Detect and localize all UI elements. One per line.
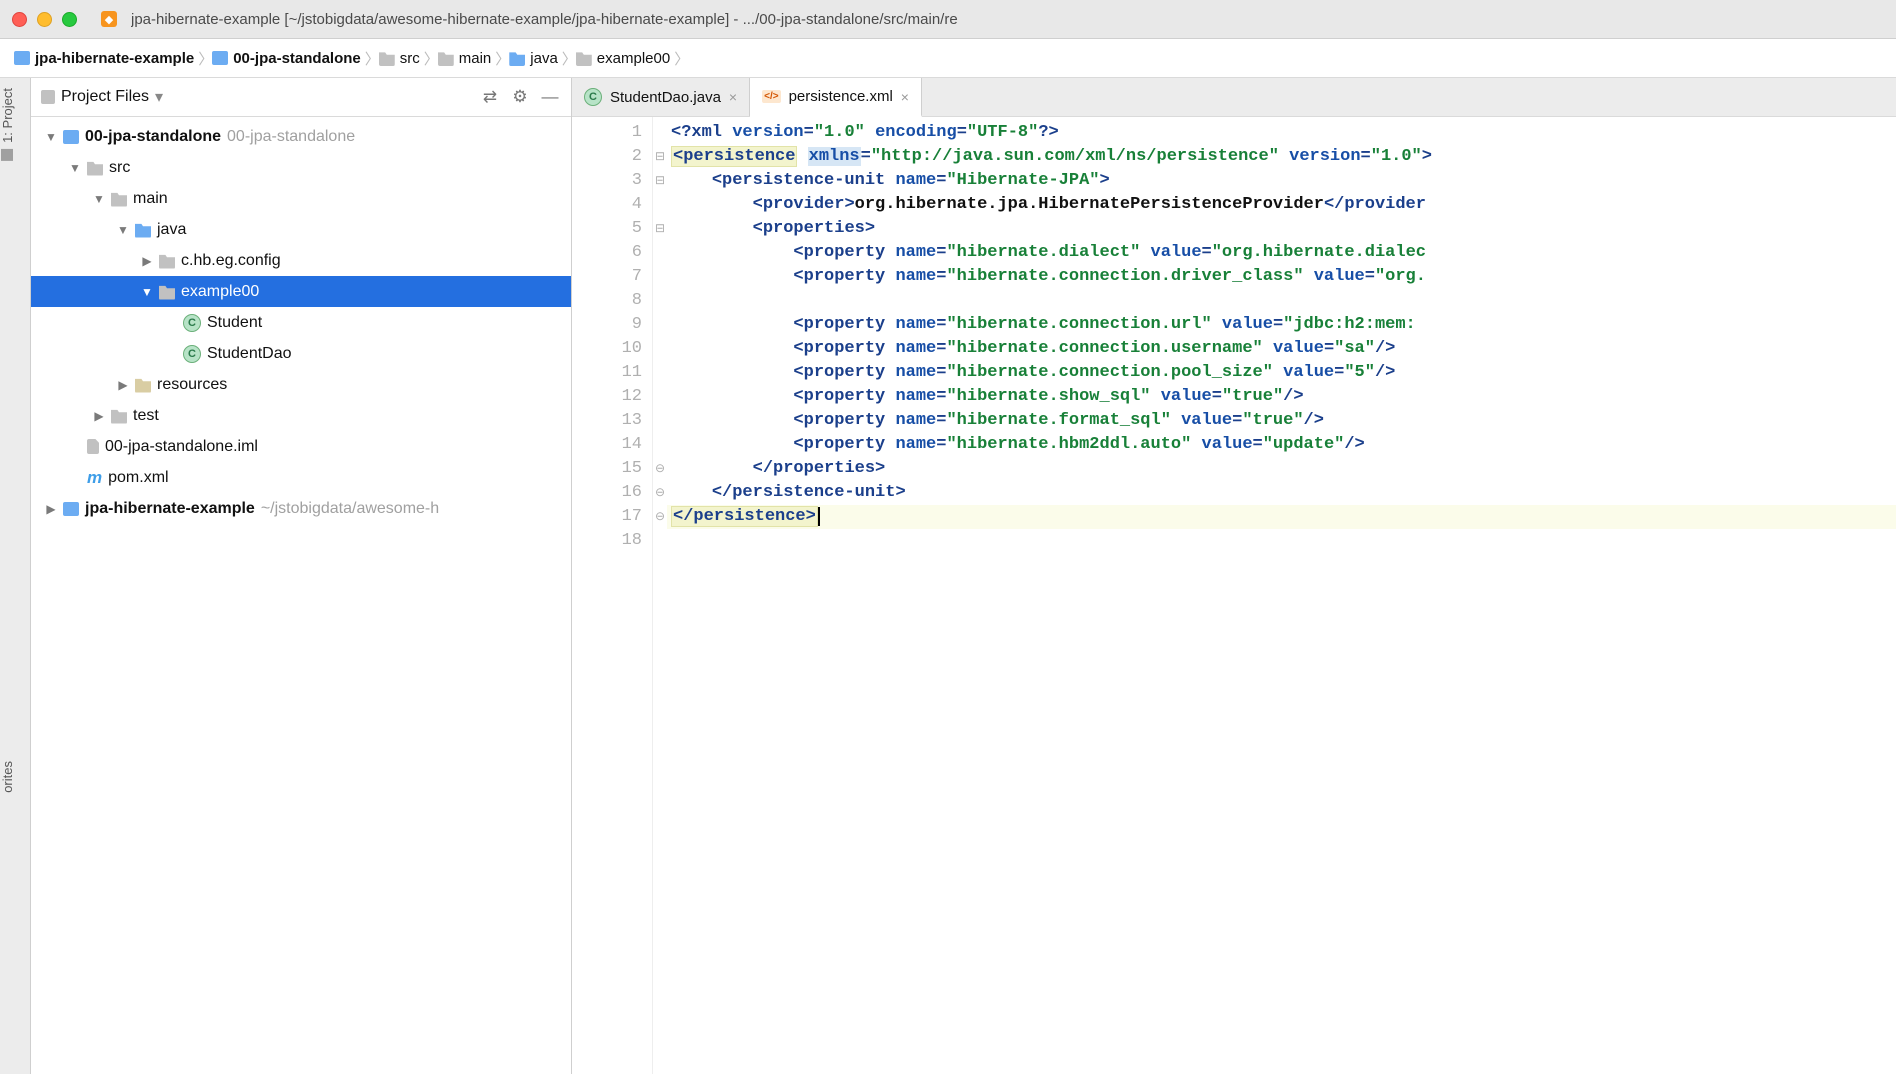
folder-icon bbox=[111, 408, 127, 424]
tree-node[interactable]: ▼ java bbox=[31, 214, 571, 245]
tree-node[interactable]: 00-jpa-standalone.iml bbox=[31, 431, 571, 462]
class-icon: C bbox=[584, 88, 602, 106]
tree-node[interactable]: ▶jpa-hibernate-example ~/jstobigdata/awe… bbox=[31, 493, 571, 524]
folder-icon bbox=[509, 50, 525, 66]
module-icon bbox=[63, 502, 79, 516]
tree-node[interactable]: ▶ c.hb.eg.config bbox=[31, 245, 571, 276]
scroll-to-icon[interactable]: ⇄ bbox=[479, 86, 501, 108]
tree-node[interactable]: ▼ main bbox=[31, 183, 571, 214]
expand-arrow-icon[interactable]: ▼ bbox=[93, 192, 105, 206]
tree-node[interactable]: ▼00-jpa-standalone 00-jpa-standalone bbox=[31, 121, 571, 152]
tree-node[interactable]: ▶ resources bbox=[31, 369, 571, 400]
tool-window-project[interactable]: 1: Project bbox=[0, 78, 15, 171]
tree-label: pom.xml bbox=[108, 469, 168, 487]
tree-node[interactable]: ▶ test bbox=[31, 400, 571, 431]
breadcrumb-item[interactable]: example00 bbox=[572, 50, 674, 67]
tree-node[interactable]: C StudentDao bbox=[31, 338, 571, 369]
gear-icon[interactable]: ⚙ bbox=[509, 86, 531, 108]
zoom-window-icon[interactable] bbox=[62, 12, 77, 27]
close-window-icon[interactable] bbox=[12, 12, 27, 27]
breadcrumb-item[interactable]: src bbox=[375, 50, 424, 67]
tree-label: StudentDao bbox=[207, 345, 292, 363]
breadcrumb-separator-icon: 〉 bbox=[424, 48, 434, 69]
breadcrumb-item[interactable]: jpa-hibernate-example bbox=[10, 50, 198, 67]
breadcrumb: jpa-hibernate-example〉00-jpa-standalone〉… bbox=[0, 39, 1896, 78]
code-content[interactable]: <?xml version="1.0" encoding="UTF-8"?><p… bbox=[667, 117, 1896, 1074]
breadcrumb-separator-icon: 〉 bbox=[674, 48, 684, 69]
tree-label: jpa-hibernate-example bbox=[85, 500, 255, 518]
close-tab-icon[interactable]: × bbox=[729, 89, 737, 105]
sidebar-title[interactable]: Project Files bbox=[61, 88, 149, 106]
folder-icon bbox=[87, 160, 103, 176]
folder-icon bbox=[159, 284, 175, 300]
editor-tab[interactable]: </>persistence.xml× bbox=[750, 78, 922, 117]
tree-node[interactable]: ▼ src bbox=[31, 152, 571, 183]
breadcrumb-item[interactable]: 00-jpa-standalone bbox=[208, 50, 365, 67]
tree-label: src bbox=[109, 159, 130, 177]
resources-folder-icon bbox=[135, 377, 151, 393]
editor-tabs: CStudentDao.java×</>persistence.xml× bbox=[572, 78, 1896, 117]
source-folder-icon bbox=[135, 222, 151, 238]
project-icon bbox=[2, 149, 14, 161]
tree-label: test bbox=[133, 407, 159, 425]
file-icon bbox=[87, 439, 99, 454]
expand-arrow-icon[interactable]: ▼ bbox=[117, 223, 129, 237]
folder-icon bbox=[576, 50, 592, 66]
tree-node[interactable]: m pom.xml bbox=[31, 462, 571, 493]
tree-node[interactable]: C Student bbox=[31, 307, 571, 338]
minimize-window-icon[interactable] bbox=[37, 12, 52, 27]
tree-label: java bbox=[157, 221, 186, 239]
editor-tab[interactable]: CStudentDao.java× bbox=[572, 78, 750, 116]
breadcrumb-separator-icon: 〉 bbox=[562, 48, 572, 69]
class-icon: C bbox=[183, 345, 201, 363]
breadcrumb-separator-icon: 〉 bbox=[198, 48, 208, 69]
class-icon: C bbox=[183, 314, 201, 332]
breadcrumb-item[interactable]: main bbox=[434, 50, 496, 67]
titlebar: ◆ jpa-hibernate-example [~/jstobigdata/a… bbox=[0, 0, 1896, 39]
tree-label: 00-jpa-standalone bbox=[85, 128, 221, 146]
window-title: jpa-hibernate-example [~/jstobigdata/awe… bbox=[131, 11, 958, 28]
folder-icon bbox=[111, 191, 127, 207]
expand-arrow-icon[interactable]: ▼ bbox=[69, 161, 81, 175]
xml-icon: </> bbox=[762, 90, 780, 103]
module-icon bbox=[63, 130, 79, 144]
tree-label: Student bbox=[207, 314, 262, 332]
breadcrumb-separator-icon: 〉 bbox=[495, 48, 505, 69]
folder-icon bbox=[14, 51, 30, 65]
folder-icon bbox=[438, 50, 454, 66]
editor-area: CStudentDao.java×</>persistence.xml× 123… bbox=[572, 78, 1896, 1074]
code-editor[interactable]: 123456789101112131415161718 ⊟⊟⊟⊖⊖⊖ <?xml… bbox=[572, 117, 1896, 1074]
tree-label: 00-jpa-standalone.iml bbox=[105, 438, 258, 456]
folder-icon bbox=[379, 50, 395, 66]
tree-label: main bbox=[133, 190, 168, 208]
window-controls bbox=[12, 12, 77, 27]
folder-icon bbox=[212, 51, 228, 65]
close-tab-icon[interactable]: × bbox=[901, 89, 909, 105]
expand-arrow-icon[interactable]: ▼ bbox=[141, 285, 153, 299]
view-icon bbox=[41, 90, 55, 104]
project-sidebar: Project Files ▾ ⇄ ⚙ — ▼ 00-jpa-standalone… bbox=[31, 78, 572, 1074]
expand-arrow-icon[interactable]: ▶ bbox=[141, 254, 153, 268]
expand-arrow-icon[interactable]: ▼ bbox=[45, 130, 57, 144]
line-numbers: 123456789101112131415161718 bbox=[572, 117, 653, 1074]
collapse-icon[interactable]: — bbox=[539, 86, 561, 108]
expand-arrow-icon[interactable]: ▶ bbox=[93, 409, 105, 423]
project-tree[interactable]: ▼00-jpa-standalone 00-jpa-standalone▼src… bbox=[31, 117, 571, 1074]
tree-node[interactable]: ▼ example00 bbox=[31, 276, 571, 307]
tree-label: c.hb.eg.config bbox=[181, 252, 281, 270]
folder-icon bbox=[159, 253, 175, 269]
fold-gutter[interactable]: ⊟⊟⊟⊖⊖⊖ bbox=[653, 117, 667, 1074]
maven-icon: m bbox=[87, 468, 102, 488]
tree-label: resources bbox=[157, 376, 227, 394]
sidebar-header: Project Files ▾ ⇄ ⚙ — bbox=[31, 78, 571, 117]
breadcrumb-separator-icon: 〉 bbox=[365, 48, 375, 69]
app-icon: ◆ bbox=[101, 11, 117, 27]
tool-window-favorites[interactable]: orites bbox=[0, 751, 15, 803]
expand-arrow-icon[interactable]: ▶ bbox=[45, 502, 57, 516]
expand-arrow-icon[interactable]: ▶ bbox=[117, 378, 129, 392]
breadcrumb-item[interactable]: java bbox=[505, 50, 562, 67]
chevron-down-icon[interactable]: ▾ bbox=[155, 87, 163, 107]
tree-label: example00 bbox=[181, 283, 259, 301]
tool-window-stripe-left: 1: Project orites bbox=[0, 78, 31, 1074]
